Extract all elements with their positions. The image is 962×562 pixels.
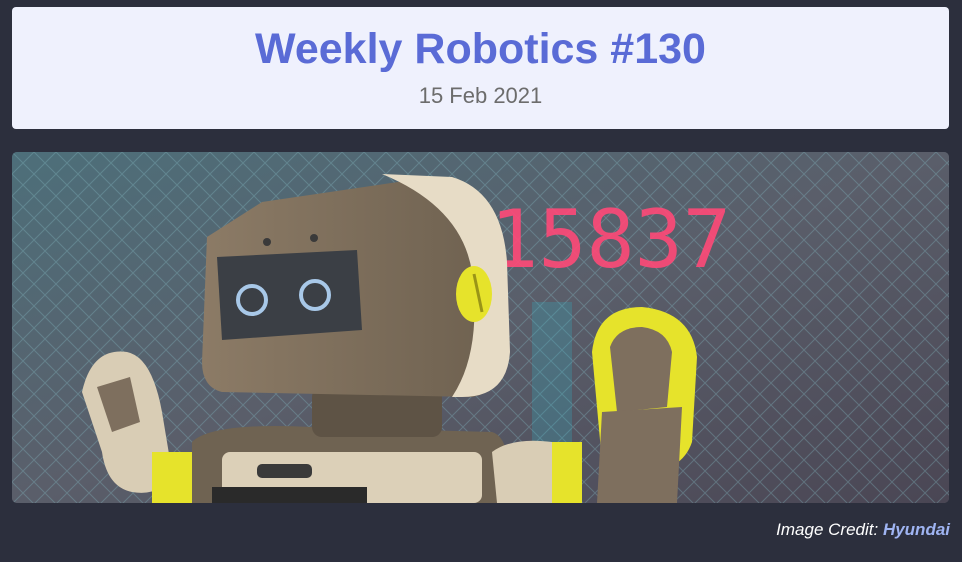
robot-illustration: 215837 <box>12 152 949 503</box>
image-credit: Image Credit: Hyundai <box>776 520 950 540</box>
image-credit-prefix: Image Credit: <box>776 520 883 539</box>
issue-date: 15 Feb 2021 <box>418 83 543 108</box>
image-credit-link[interactable]: Hyundai <box>883 520 950 539</box>
hero-image: 215837 <box>12 152 949 503</box>
issue-title: Weekly Robotics #130 <box>255 25 706 73</box>
newsletter-header: Weekly Robotics #130 15 Feb 2021 <box>12 7 949 129</box>
